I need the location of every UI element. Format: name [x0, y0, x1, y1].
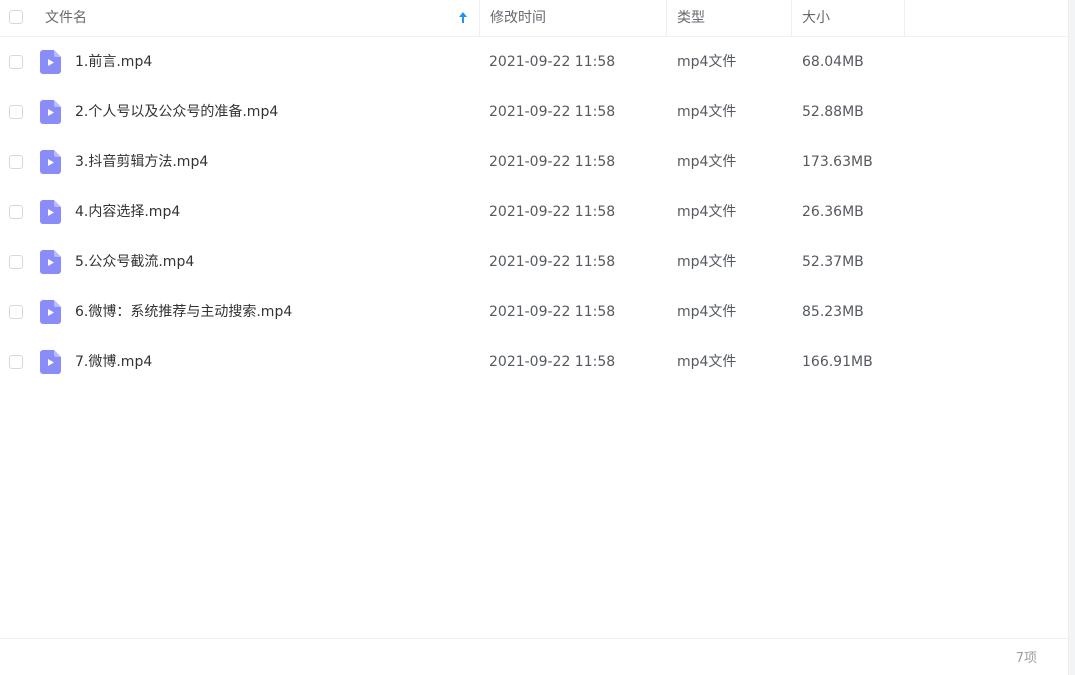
table-row[interactable]: 7.微博.mp4 2021-09-22 11:58 mp4文件 166.91MB	[0, 337, 1069, 387]
file-size: 68.04MB	[802, 54, 864, 70]
video-file-icon	[40, 250, 61, 274]
row-checkbox[interactable]	[9, 155, 23, 169]
file-size: 166.91MB	[802, 354, 873, 370]
file-size: 173.63MB	[802, 154, 873, 170]
file-modified-time: 2021-09-22 11:58	[489, 304, 616, 320]
header-select-cell	[0, 0, 36, 36]
table-header: 文件名 修改时间 类型 大小	[0, 0, 1069, 37]
video-file-icon	[40, 150, 61, 174]
file-name[interactable]: 2.个人号以及公众号的准备.mp4	[75, 87, 278, 137]
column-header-time-label: 修改时间	[490, 10, 546, 26]
column-header-size[interactable]: 大小	[792, 0, 905, 36]
table-row[interactable]: 6.微博：系统推荐与主动搜索.mp4 2021-09-22 11:58 mp4文…	[0, 287, 1069, 337]
file-type: mp4文件	[677, 54, 737, 70]
file-type: mp4文件	[677, 154, 737, 170]
file-name[interactable]: 7.微博.mp4	[75, 337, 152, 387]
column-header-name-label: 文件名	[45, 10, 87, 26]
file-name[interactable]: 3.抖音剪辑方法.mp4	[75, 137, 208, 187]
video-file-icon	[40, 300, 61, 324]
video-file-icon	[40, 100, 61, 124]
table-row[interactable]: 4.内容选择.mp4 2021-09-22 11:58 mp4文件 26.36M…	[0, 187, 1069, 237]
file-name[interactable]: 6.微博：系统推荐与主动搜索.mp4	[75, 287, 292, 337]
file-size: 85.23MB	[802, 304, 864, 320]
row-checkbox[interactable]	[9, 205, 23, 219]
status-bar: 7项	[0, 638, 1069, 675]
file-type: mp4文件	[677, 204, 737, 220]
file-name[interactable]: 4.内容选择.mp4	[75, 187, 180, 237]
table-row[interactable]: 2.个人号以及公众号的准备.mp4 2021-09-22 11:58 mp4文件…	[0, 87, 1069, 137]
file-modified-time: 2021-09-22 11:58	[489, 54, 616, 70]
file-list: 1.前言.mp4 2021-09-22 11:58 mp4文件 68.04MB …	[0, 37, 1069, 387]
arrow-up-icon[interactable]	[456, 9, 470, 27]
file-modified-time: 2021-09-22 11:58	[489, 154, 616, 170]
file-size: 52.88MB	[802, 104, 864, 120]
scrollbar-track[interactable]	[1068, 0, 1075, 675]
table-row[interactable]: 5.公众号截流.mp4 2021-09-22 11:58 mp4文件 52.37…	[0, 237, 1069, 287]
file-size: 26.36MB	[802, 204, 864, 220]
file-type: mp4文件	[677, 104, 737, 120]
row-checkbox[interactable]	[9, 355, 23, 369]
table-row[interactable]: 3.抖音剪辑方法.mp4 2021-09-22 11:58 mp4文件 173.…	[0, 137, 1069, 187]
video-file-icon	[40, 50, 61, 74]
column-header-type[interactable]: 类型	[667, 0, 792, 36]
file-name[interactable]: 1.前言.mp4	[75, 37, 152, 87]
row-checkbox[interactable]	[9, 305, 23, 319]
column-header-type-label: 类型	[677, 10, 705, 26]
row-checkbox[interactable]	[9, 55, 23, 69]
file-modified-time: 2021-09-22 11:58	[489, 354, 616, 370]
file-size: 52.37MB	[802, 254, 864, 270]
row-checkbox[interactable]	[9, 105, 23, 119]
select-all-checkbox[interactable]	[9, 10, 23, 24]
file-modified-time: 2021-09-22 11:58	[489, 204, 616, 220]
file-type: mp4文件	[677, 354, 737, 370]
file-name[interactable]: 5.公众号截流.mp4	[75, 237, 194, 287]
table-row[interactable]: 1.前言.mp4 2021-09-22 11:58 mp4文件 68.04MB	[0, 37, 1069, 87]
row-checkbox[interactable]	[9, 255, 23, 269]
file-modified-time: 2021-09-22 11:58	[489, 104, 616, 120]
column-header-time[interactable]: 修改时间	[480, 0, 667, 36]
file-modified-time: 2021-09-22 11:58	[489, 254, 616, 270]
column-header-name[interactable]: 文件名	[36, 0, 480, 36]
column-header-size-label: 大小	[802, 10, 830, 26]
file-list-window: 文件名 修改时间 类型 大小 1.前言.mp4 2021-09-22 11:58…	[0, 0, 1075, 675]
file-type: mp4文件	[677, 304, 737, 320]
video-file-icon	[40, 200, 61, 224]
video-file-icon	[40, 350, 61, 374]
file-type: mp4文件	[677, 254, 737, 270]
item-count: 7项	[1015, 651, 1037, 666]
